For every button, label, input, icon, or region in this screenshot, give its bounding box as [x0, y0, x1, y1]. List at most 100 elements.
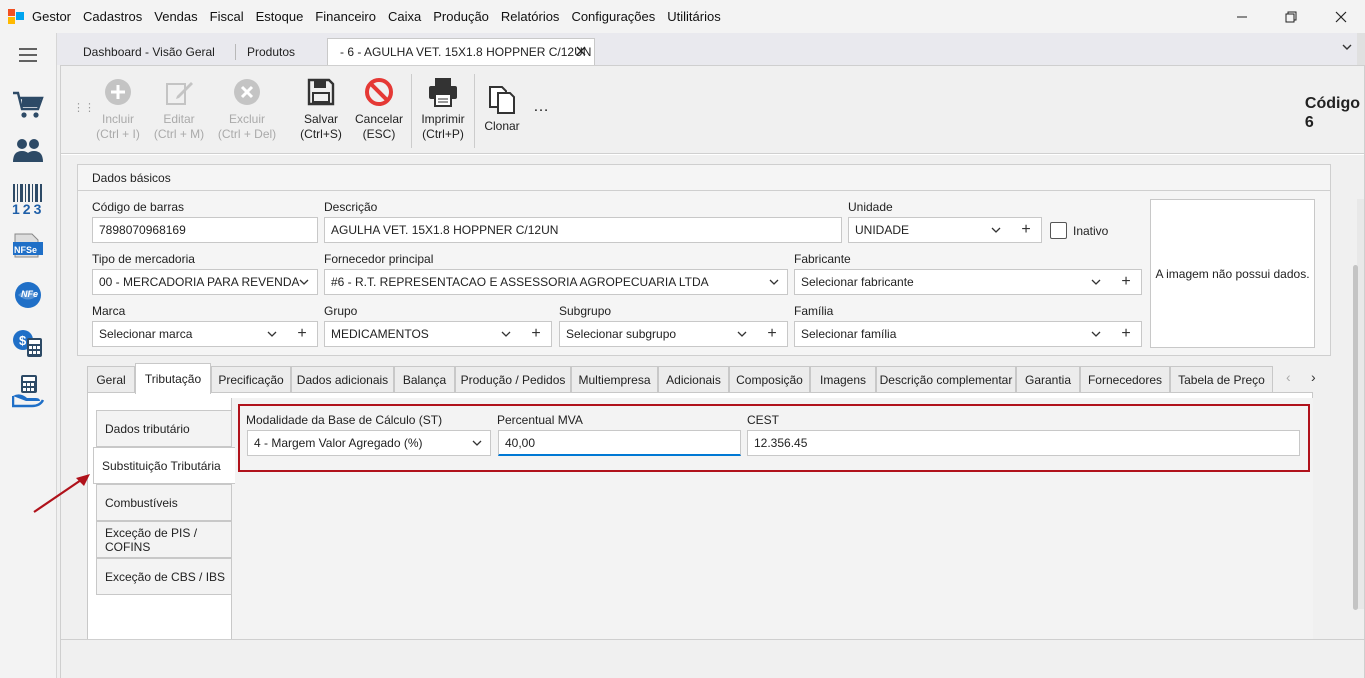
- subgrupo-select[interactable]: Selecionar subgrupo +: [559, 321, 788, 347]
- cest-input[interactable]: 12.356.45: [747, 430, 1300, 456]
- document-tab-strip: Dashboard - Visão Geral Produtos - 6 - A…: [57, 33, 1365, 65]
- sidebar-nfse-button[interactable]: NFSe: [8, 228, 48, 268]
- menu-caixa[interactable]: Caixa: [388, 9, 427, 24]
- tab-balanca-label: Balança: [402, 372, 447, 387]
- product-image-box[interactable]: A imagem não possui dados.: [1150, 199, 1315, 348]
- sidebar-produtos-button[interactable]: 123: [8, 180, 48, 220]
- grupo-add-button[interactable]: +: [523, 322, 549, 346]
- restore-button[interactable]: [1266, 0, 1316, 33]
- fornecedor-value: #6 - R.T. REPRESENTACAO E ASSESSORIA AGR…: [331, 275, 709, 289]
- tabs-scroll-left-button[interactable]: ‹: [1286, 369, 1291, 385]
- tabs-scroll-right-button[interactable]: ›: [1311, 369, 1316, 385]
- familia-add-button[interactable]: +: [1113, 322, 1139, 346]
- tab-adicionais[interactable]: Adicionais: [658, 366, 729, 393]
- sidebar-financeiro-button[interactable]: $: [8, 323, 48, 363]
- marca-add-button[interactable]: +: [289, 322, 315, 346]
- sidebar-vendas-button[interactable]: [8, 85, 48, 125]
- tab-composicao[interactable]: Composição: [729, 366, 810, 393]
- vtab-excecao-cbs-ibs[interactable]: Exceção de CBS / IBS: [96, 558, 232, 595]
- vtab-combustiveis[interactable]: Combustíveis: [96, 484, 232, 521]
- save-icon: [307, 78, 335, 106]
- inativo-label: Inativo: [1073, 224, 1109, 238]
- salvar-button[interactable]: Salvar (Ctrl+S): [297, 76, 345, 142]
- menu-relatorios[interactable]: Relatórios: [501, 9, 566, 24]
- menu-utilitarios[interactable]: Utilitários: [667, 9, 726, 24]
- vtab-substituicao-tributaria[interactable]: Substituição Tributária: [93, 447, 235, 484]
- tab-tabela-de-preco[interactable]: Tabela de Preço: [1170, 366, 1273, 393]
- mva-input[interactable]: 40,00: [498, 430, 741, 456]
- tab-dados-adicionais[interactable]: Dados adicionais: [291, 366, 394, 393]
- tipo-mercadoria-select[interactable]: 00 - MERCADORIA PARA REVENDA: [92, 269, 318, 295]
- hamburger-menu-button[interactable]: [8, 35, 48, 75]
- editar-label: Editar: [163, 112, 195, 126]
- modalidade-select[interactable]: 4 - Margem Valor Agregado (%): [247, 430, 491, 456]
- menu-estoque[interactable]: Estoque: [256, 9, 310, 24]
- fabricante-select[interactable]: Selecionar fabricante +: [794, 269, 1142, 295]
- menu-configuracoes[interactable]: Configurações: [571, 9, 661, 24]
- chevron-down-icon: [737, 331, 747, 337]
- minimize-button[interactable]: [1217, 0, 1267, 33]
- cart-icon: [13, 91, 44, 118]
- vtab-dados-tributario[interactable]: Dados tributário: [96, 410, 232, 447]
- inativo-checkbox[interactable]: [1050, 222, 1067, 239]
- menu-cadastros[interactable]: Cadastros: [83, 9, 148, 24]
- tab-tributacao[interactable]: Tributação: [135, 363, 211, 394]
- menu-fiscal[interactable]: Fiscal: [210, 9, 250, 24]
- codigo-barras-input[interactable]: 7898070968169: [92, 217, 318, 243]
- vertical-scrollbar-thumb[interactable]: [1353, 265, 1358, 610]
- familia-select[interactable]: Selecionar família +: [794, 321, 1142, 347]
- tab-producao-pedidos[interactable]: Produção / Pedidos: [455, 366, 571, 393]
- toolbar-grip[interactable]: ⋮⋮: [73, 101, 95, 114]
- mva-value: 40,00: [505, 435, 536, 450]
- descricao-value: AGULHA VET. 15X1.8 HOPPNER C/12UN: [331, 223, 559, 237]
- tab-precificacao[interactable]: Precificação: [211, 366, 291, 393]
- tab-fornecedores[interactable]: Fornecedores: [1080, 366, 1170, 393]
- menu-financeiro[interactable]: Financeiro: [315, 9, 382, 24]
- incluir-button[interactable]: Incluir (Ctrl + I): [94, 76, 142, 142]
- sidebar-nfe-button[interactable]: NFe: [8, 275, 48, 315]
- tab-dashboard[interactable]: Dashboard - Visão Geral: [71, 38, 231, 65]
- fornecedor-select[interactable]: #6 - R.T. REPRESENTACAO E ASSESSORIA AGR…: [324, 269, 788, 295]
- chevron-down-icon: [991, 227, 1001, 233]
- left-sidebar: 123 NFSe NFe $: [0, 33, 57, 678]
- excluir-button[interactable]: Excluir (Ctrl + Del): [217, 76, 277, 142]
- codigo-value: 6: [1304, 114, 1314, 131]
- tab-descricao-complementar[interactable]: Descrição complementar: [876, 366, 1016, 393]
- grupo-select[interactable]: MEDICAMENTOS +: [324, 321, 552, 347]
- vtab-excecao-pis-cofins[interactable]: Exceção de PIS / COFINS: [96, 521, 232, 558]
- tab-produto-atual[interactable]: - 6 - AGULHA VET. 15X1.8 HOPPNER C/12UN: [327, 38, 595, 65]
- descricao-label: Descrição: [324, 200, 378, 214]
- excluir-label: Excluir: [228, 112, 265, 126]
- imprimir-button[interactable]: Imprimir (Ctrl+P): [417, 76, 469, 142]
- sidebar-caixa-button[interactable]: [8, 371, 48, 411]
- unidade-select[interactable]: UNIDADE +: [848, 217, 1042, 243]
- cancelar-button[interactable]: Cancelar (ESC): [353, 76, 405, 142]
- tab-produtos[interactable]: Produtos: [235, 38, 325, 65]
- clonar-button[interactable]: Clonar: [481, 83, 523, 134]
- editar-button[interactable]: Editar (Ctrl + M): [153, 76, 205, 142]
- close-window-button[interactable]: [1316, 0, 1365, 33]
- tab-close-button[interactable]: [576, 45, 586, 59]
- tab-balanca[interactable]: Balança: [394, 366, 455, 393]
- tab-geral[interactable]: Geral: [87, 366, 135, 393]
- tab-dados-adicionais-label: Dados adicionais: [296, 372, 389, 387]
- minimize-icon: [1237, 16, 1247, 17]
- descricao-input[interactable]: AGULHA VET. 15X1.8 HOPPNER C/12UN: [324, 217, 842, 243]
- menu-producao[interactable]: Produção: [433, 9, 495, 24]
- mva-label: Percentual MVA: [497, 413, 583, 427]
- menu-gestor[interactable]: Gestor: [32, 9, 77, 24]
- menu-bar: Gestor Cadastros Vendas Fiscal Estoque F…: [0, 0, 1365, 33]
- unidade-add-button[interactable]: +: [1013, 218, 1039, 242]
- tab-multiempresa[interactable]: Multiempresa: [571, 366, 658, 393]
- more-options-button[interactable]: …: [533, 98, 549, 116]
- tipo-mercadoria-label: Tipo de mercadoria: [92, 252, 195, 266]
- fabricante-add-button[interactable]: +: [1113, 270, 1139, 294]
- sidebar-clientes-button[interactable]: [8, 131, 48, 171]
- marca-select[interactable]: Selecionar marca +: [92, 321, 318, 347]
- subgrupo-add-button[interactable]: +: [759, 322, 785, 346]
- app-logo-icon: [8, 9, 24, 25]
- tab-garantia[interactable]: Garantia: [1016, 366, 1080, 393]
- tabs-overflow-button[interactable]: [1341, 41, 1353, 55]
- menu-vendas[interactable]: Vendas: [154, 9, 203, 24]
- tab-imagens[interactable]: Imagens: [810, 366, 876, 393]
